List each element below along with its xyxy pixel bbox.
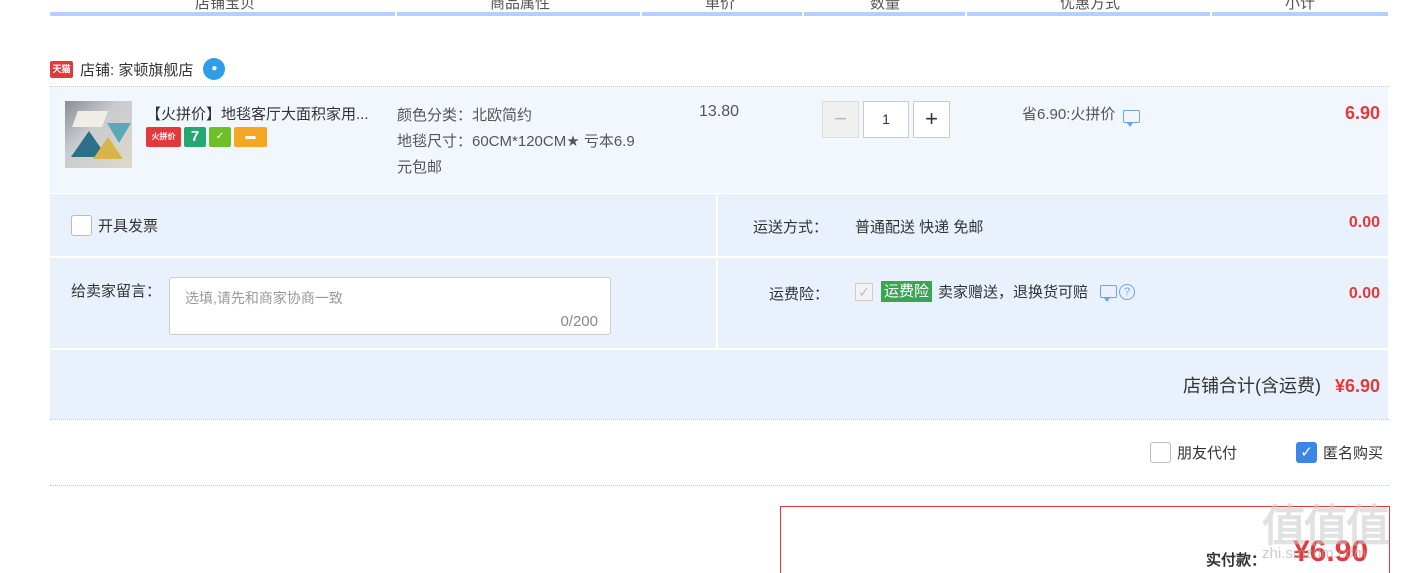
discount-text: 省6.90:火拼价 — [1022, 106, 1116, 123]
divider — [50, 419, 1388, 420]
cart-item-row: 【火拼价】地毯客厅大面积家用... 火拼价 7 ✓ ▬ 颜色分类：北欧简约 地毯… — [50, 87, 1388, 193]
message-placeholder: 选填,请先和商家协商一致 — [185, 290, 343, 306]
comment-icon[interactable] — [1123, 110, 1141, 127]
insurance-tag: 运费险 — [881, 281, 933, 302]
divider — [50, 485, 1388, 486]
invoice-checkbox[interactable] — [71, 215, 92, 236]
product-title-link[interactable]: 【火拼价】地毯客厅大面积家用... — [146, 103, 391, 124]
header-divider — [1210, 12, 1212, 16]
attr-size: 地毯尺寸：60CM*120CM★ 亏本6.9元包邮 — [397, 133, 635, 176]
divider — [50, 348, 1388, 350]
anonymous-label: 匿名购买 — [1323, 445, 1384, 462]
invoice-option[interactable]: 开具发票 — [71, 215, 158, 236]
message-label: 给卖家留言： — [71, 283, 162, 300]
header-divider — [395, 12, 397, 16]
order-options: 开具发票 运送方式： 普通配送 快递 免邮 0.00 给卖家留言： 选填,请先和… — [50, 194, 1388, 419]
header-divider — [640, 12, 642, 16]
divider — [716, 194, 718, 349]
store-total-value: ¥6.90 — [1334, 376, 1380, 396]
pay-label: 实付款： — [1206, 552, 1267, 569]
item-subtotal: 6.90 — [1344, 103, 1380, 123]
message-counter: 0/200 — [560, 313, 598, 330]
seller-message-input[interactable]: 选填,请先和商家协商一致 0/200 — [169, 277, 611, 335]
friend-pay-checkbox[interactable] — [1150, 442, 1171, 463]
invoice-label: 开具发票 — [98, 218, 159, 235]
shipping-label: 运送方式： — [753, 219, 829, 236]
header-divider — [802, 12, 804, 16]
shop-line: 天猫 店铺: 家顿旗舰店 ● — [50, 58, 226, 80]
store-total-label: 店铺合计(含运费) — [1182, 376, 1321, 396]
anonymous-purchase-option[interactable]: ✓ 匿名购买 — [1296, 442, 1383, 463]
order-confirm-page: 店铺宝贝 商品属性 单价 数量 优惠方式 小计 天猫 店铺: 家顿旗舰店 ● 【… — [0, 0, 1415, 573]
shop-name-link[interactable]: 店铺: 家顿旗舰店 — [80, 59, 193, 80]
anonymous-checkbox[interactable]: ✓ — [1296, 442, 1317, 463]
friend-pay-option[interactable]: 朋友代付 — [1150, 442, 1237, 463]
quantity-stepper: − 1 + — [822, 101, 950, 138]
insurance-label: 运费险： — [769, 286, 830, 303]
help-icon[interactable]: ? — [1119, 283, 1136, 300]
insurance-checkbox: ✓ — [855, 282, 873, 301]
increment-button[interactable]: + — [913, 101, 950, 138]
attr-color: 颜色分类：北欧简约 — [397, 107, 533, 124]
shipping-method: 普通配送 快递 免邮 — [855, 219, 984, 236]
table-header: 店铺宝贝 商品属性 单价 数量 优惠方式 小计 — [50, 0, 1388, 16]
huopin-badge-icon: 火拼价 — [146, 127, 181, 147]
header-bar — [50, 12, 1388, 16]
insurance-option: ✓ 运费险 卖家赠送，退换货可赔 ? — [855, 281, 1136, 302]
decrement-button[interactable]: − — [822, 101, 859, 138]
wangwang-chat-icon[interactable]: ● — [203, 58, 226, 80]
insurance-text: 卖家赠送，退换货可赔 — [938, 284, 1089, 301]
product-attributes: 颜色分类：北欧简约 地毯尺寸：60CM*120CM★ 亏本6.9元包邮 — [397, 103, 637, 181]
watermark-url: zhi.smzdm.com — [1262, 545, 1367, 562]
comment-icon[interactable] — [1100, 285, 1118, 302]
guarantee-icon: ✓ — [209, 127, 231, 147]
quantity-input[interactable]: 1 — [863, 101, 909, 138]
card-pay-icon: ▬ — [234, 127, 267, 147]
header-divider — [965, 12, 967, 16]
unit-price: 13.80 — [699, 103, 740, 120]
shipping-fee: 0.00 — [1348, 214, 1380, 231]
seven-day-return-icon: 7 — [184, 127, 206, 147]
friend-pay-label: 朋友代付 — [1177, 445, 1238, 462]
insurance-fee: 0.00 — [1348, 285, 1380, 302]
store-total: 店铺合计(含运费) ¥6.90 — [1183, 372, 1380, 398]
product-thumbnail[interactable] — [65, 101, 132, 168]
divider — [50, 256, 1388, 258]
product-badges: 火拼价 7 ✓ ▬ — [146, 127, 267, 147]
tmall-icon: 天猫 — [50, 60, 73, 78]
discount-info: 省6.90:火拼价 — [1022, 103, 1141, 127]
